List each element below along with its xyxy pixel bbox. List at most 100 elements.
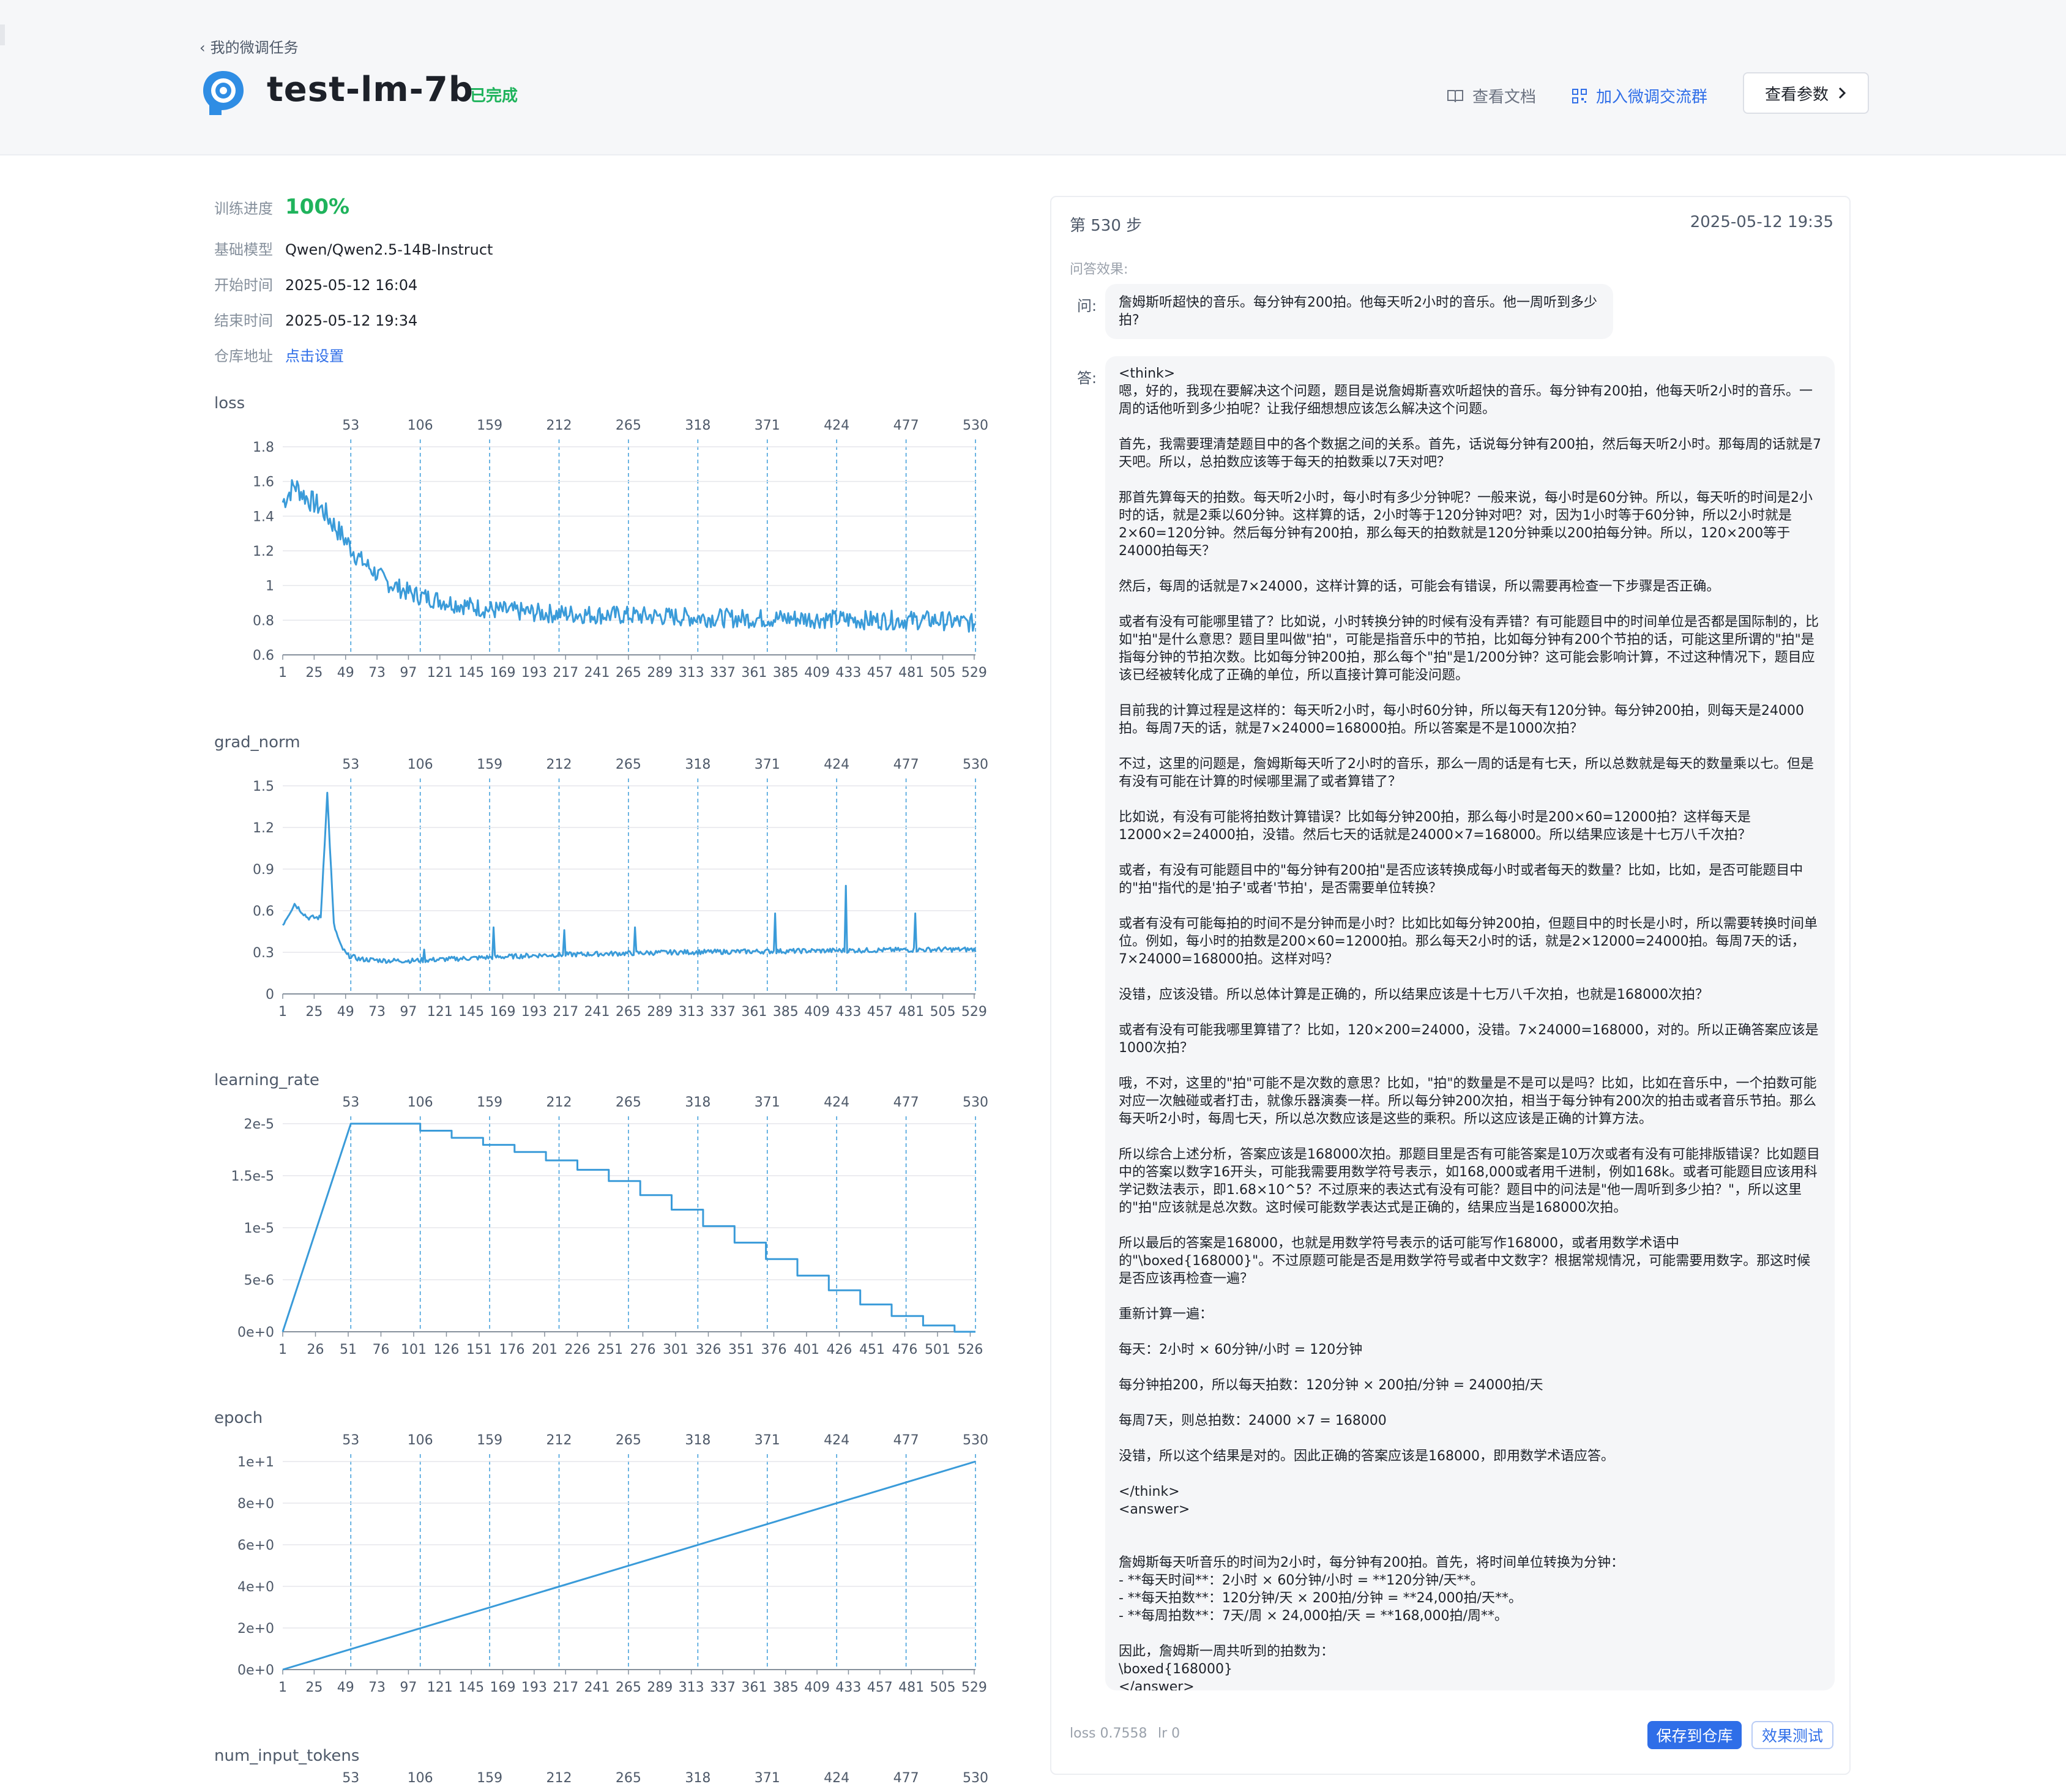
- x-tick-label: 361: [741, 1680, 767, 1695]
- top-tick-label: 318: [685, 418, 710, 433]
- top-tick-label: 371: [755, 1095, 780, 1110]
- app-logo-icon: [203, 71, 244, 115]
- x-tick-label: 49: [337, 1680, 354, 1695]
- x-tick-label: 526: [957, 1342, 983, 1357]
- top-tick-label: 265: [616, 1095, 641, 1110]
- x-tick-label: 409: [804, 1004, 830, 1020]
- x-tick-label: 241: [584, 1004, 610, 1020]
- x-tick-label: 241: [584, 665, 610, 681]
- top-tick-label: 53: [342, 1771, 359, 1786]
- view-params-button[interactable]: 查看参数: [1743, 72, 1869, 114]
- x-tick-label: 73: [368, 665, 386, 681]
- x-tick-label: 337: [710, 1004, 736, 1020]
- x-tick-label: 251: [597, 1342, 623, 1357]
- view-docs-link[interactable]: 查看文档: [1447, 84, 1536, 107]
- y-tick-label: 0.9: [253, 862, 274, 878]
- back-link[interactable]: ‹ 我的微调任务: [200, 35, 299, 57]
- start-key: 开始时间: [214, 277, 273, 294]
- x-tick-label: 101: [401, 1342, 427, 1357]
- step-time: 2025-05-12 19:35: [1690, 213, 1833, 231]
- progress-key: 训练进度: [214, 200, 273, 217]
- x-tick-label: 313: [679, 1004, 704, 1020]
- top-tick-label: 477: [893, 418, 919, 433]
- x-tick-label: 481: [898, 1680, 924, 1695]
- y-tick-label: 0.6: [253, 904, 274, 919]
- x-tick-label: 505: [930, 665, 956, 681]
- y-tick-label: 1.5: [253, 779, 274, 794]
- top-tick-label: 106: [408, 757, 433, 772]
- top-tick-label: 424: [824, 1433, 849, 1448]
- x-tick-label: 457: [867, 1004, 893, 1020]
- top-tick-label: 265: [616, 1771, 641, 1786]
- x-tick-label: 313: [679, 1680, 704, 1695]
- x-tick-label: 51: [340, 1342, 357, 1357]
- view-params-label: 查看参数: [1764, 85, 1829, 104]
- edge-mark: [0, 24, 5, 45]
- repo-row: 仓库地址 点击设置: [214, 344, 344, 365]
- x-tick-label: 217: [553, 665, 578, 681]
- model-key: 基础模型: [214, 241, 273, 258]
- x-tick-label: 289: [647, 665, 673, 681]
- top-tick-label: 159: [477, 757, 502, 772]
- top-tick-label: 424: [824, 757, 849, 772]
- x-tick-label: 361: [741, 1004, 767, 1020]
- top-tick-label: 212: [546, 1433, 572, 1448]
- x-tick-label: 326: [695, 1342, 721, 1357]
- page-title: test-lm-7b: [267, 70, 474, 110]
- lr-metric: lr 0: [1158, 1726, 1180, 1741]
- top-tick-label: 159: [477, 1095, 502, 1110]
- x-tick-label: 25: [305, 665, 323, 681]
- y-tick-label: 0.6: [253, 648, 274, 663]
- top-tick-label: 212: [546, 1771, 572, 1786]
- x-tick-label: 385: [773, 1004, 799, 1020]
- x-tick-label: 76: [372, 1342, 389, 1357]
- effect-test-button[interactable]: 效果测试: [1751, 1721, 1833, 1749]
- repo-setup-link[interactable]: 点击设置: [285, 344, 344, 365]
- top-tick-label: 106: [408, 1095, 433, 1110]
- chart-title-epoch: epoch: [214, 1409, 263, 1427]
- x-tick-label: 193: [521, 1680, 547, 1695]
- top-tick-label: 159: [477, 1771, 502, 1786]
- loss-metric: loss 0.7558: [1070, 1726, 1147, 1741]
- y-tick-label: 0.8: [253, 613, 274, 629]
- top-tick-label: 530: [963, 1095, 988, 1110]
- top-tick-label: 371: [755, 757, 780, 772]
- top-tick-label: 106: [408, 1433, 433, 1448]
- y-tick-label: 1.5e-5: [233, 1169, 274, 1184]
- top-tick-label: 477: [893, 1095, 919, 1110]
- x-tick-label: 401: [794, 1342, 819, 1357]
- top-tick-label: 318: [685, 1095, 710, 1110]
- y-tick-label: 1.2: [253, 821, 274, 836]
- save-to-repo-button[interactable]: 保存到仓库: [1647, 1721, 1742, 1749]
- x-tick-label: 313: [679, 665, 704, 681]
- top-tick-label: 265: [616, 418, 641, 433]
- y-tick-label: 0e+0: [237, 1663, 274, 1678]
- join-group-link[interactable]: 加入微调交流群: [1572, 84, 1707, 107]
- x-tick-label: 385: [773, 1680, 799, 1695]
- y-tick-label: 6e+0: [237, 1538, 274, 1553]
- chart-title-grad-norm: grad_norm: [214, 733, 300, 752]
- chevron-left-icon: ‹: [200, 39, 206, 56]
- x-tick-label: 1: [278, 665, 287, 681]
- x-tick-label: 289: [647, 1680, 673, 1695]
- x-tick-label: 385: [773, 665, 799, 681]
- x-tick-label: 426: [826, 1342, 852, 1357]
- repo-key: 仓库地址: [214, 348, 273, 365]
- end-key: 结束时间: [214, 312, 273, 329]
- status-badge: 已完成: [470, 87, 518, 105]
- top-tick-label: 53: [342, 418, 359, 433]
- top-tick-label: 53: [342, 1095, 359, 1110]
- top-tick-label: 371: [755, 1433, 780, 1448]
- top-tick-label: 477: [893, 757, 919, 772]
- x-tick-label: 176: [499, 1342, 524, 1357]
- x-tick-label: 529: [961, 1680, 987, 1695]
- back-label: 我的微调任务: [210, 39, 299, 56]
- x-tick-label: 169: [490, 665, 516, 681]
- model-value: Qwen/Qwen2.5-14B-Instruct: [285, 241, 493, 258]
- top-tick-label: 106: [408, 418, 433, 433]
- x-tick-label: 337: [710, 665, 736, 681]
- epoch-chart: 53 106 159 212 265 318 371 424 477 530 0e+0 2e+0 4e+…: [237, 1433, 988, 1695]
- x-tick-label: 409: [804, 665, 830, 681]
- step-panel: 第 530 步 2025-05-12 19:35 问答效果: 问: 詹姆斯听超快…: [1050, 196, 1851, 1775]
- end-time-row: 结束时间 2025-05-12 19:34: [214, 308, 417, 330]
